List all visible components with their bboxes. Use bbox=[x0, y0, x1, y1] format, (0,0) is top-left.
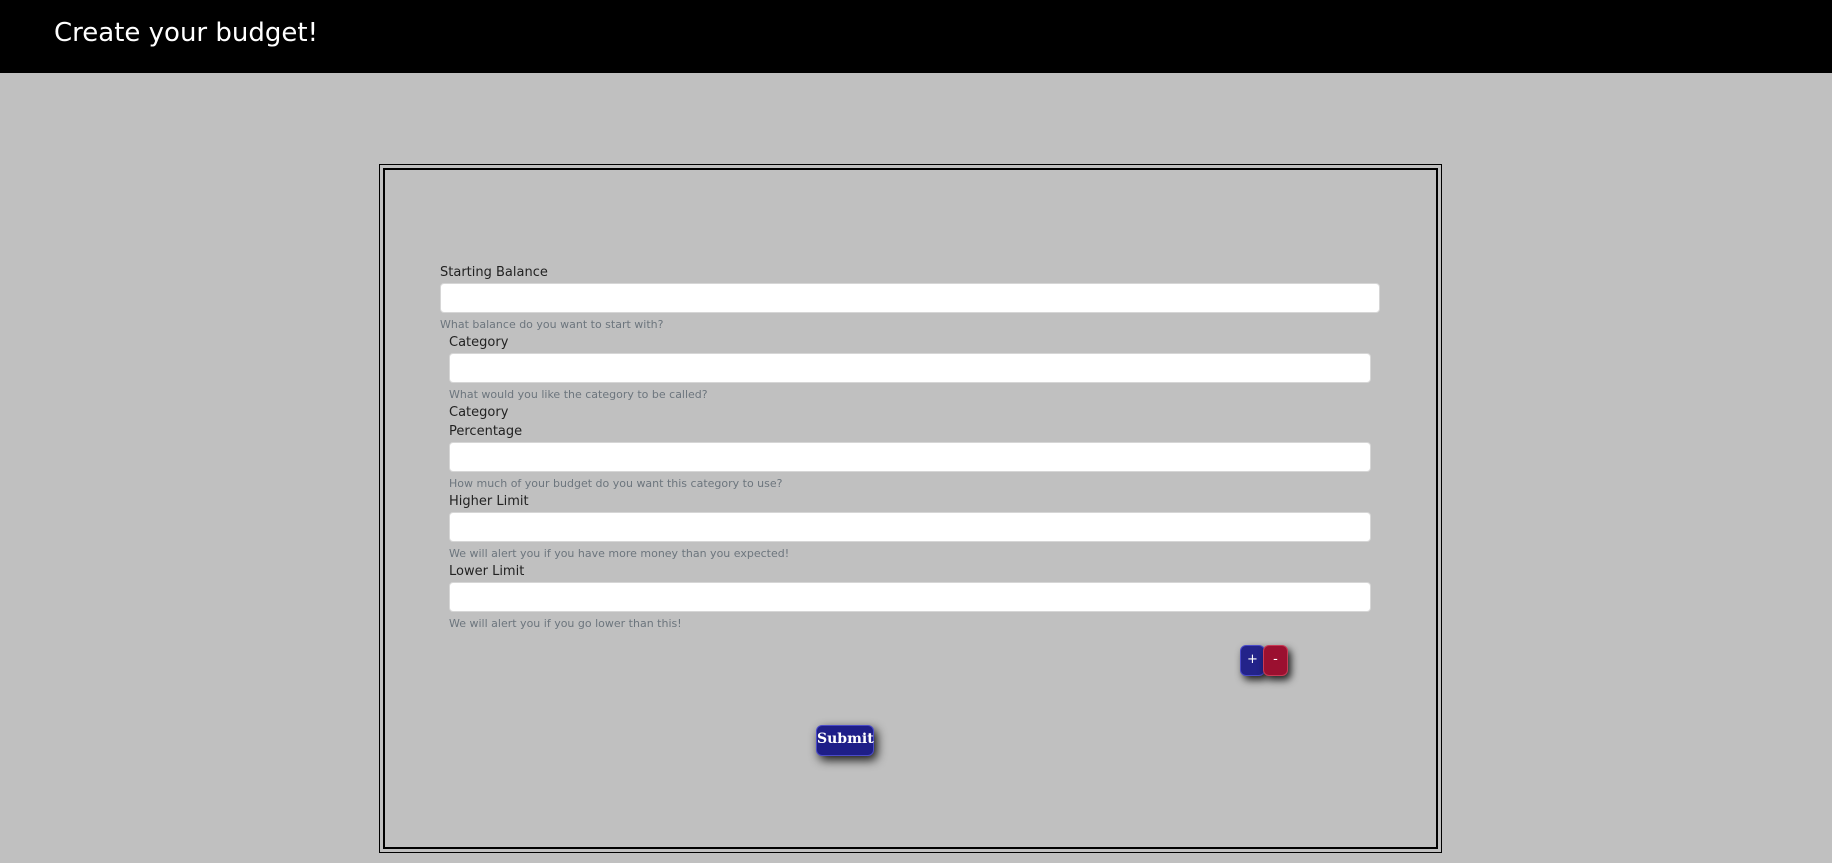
category-help: What would you like the category to be c… bbox=[449, 388, 708, 401]
starting-balance-input[interactable] bbox=[440, 283, 1380, 313]
category-percentage-help: How much of your budget do you want this… bbox=[449, 477, 783, 490]
category-input[interactable] bbox=[449, 353, 1371, 383]
starting-balance-help: What balance do you want to start with? bbox=[440, 318, 664, 331]
category-label: Category bbox=[449, 335, 509, 350]
category-percentage-label-line2: Percentage bbox=[449, 424, 523, 439]
higher-limit-input[interactable] bbox=[449, 512, 1371, 542]
add-category-button[interactable]: + bbox=[1240, 645, 1265, 676]
submit-button[interactable]: Submit bbox=[816, 725, 874, 756]
app-header: Create your budget! bbox=[0, 0, 1832, 73]
starting-balance-label: Starting Balance bbox=[440, 265, 548, 280]
lower-limit-label: Lower Limit bbox=[449, 564, 525, 579]
higher-limit-help: We will alert you if you have more money… bbox=[449, 547, 790, 560]
remove-category-button[interactable]: - bbox=[1263, 645, 1288, 676]
lower-limit-help: We will alert you if you go lower than t… bbox=[449, 617, 682, 630]
higher-limit-label: Higher Limit bbox=[449, 494, 529, 509]
category-percentage-label-line1: Category bbox=[449, 405, 509, 420]
category-percentage-input[interactable] bbox=[449, 442, 1371, 472]
lower-limit-input[interactable] bbox=[449, 582, 1371, 612]
page-title: Create your budget! bbox=[54, 18, 318, 48]
